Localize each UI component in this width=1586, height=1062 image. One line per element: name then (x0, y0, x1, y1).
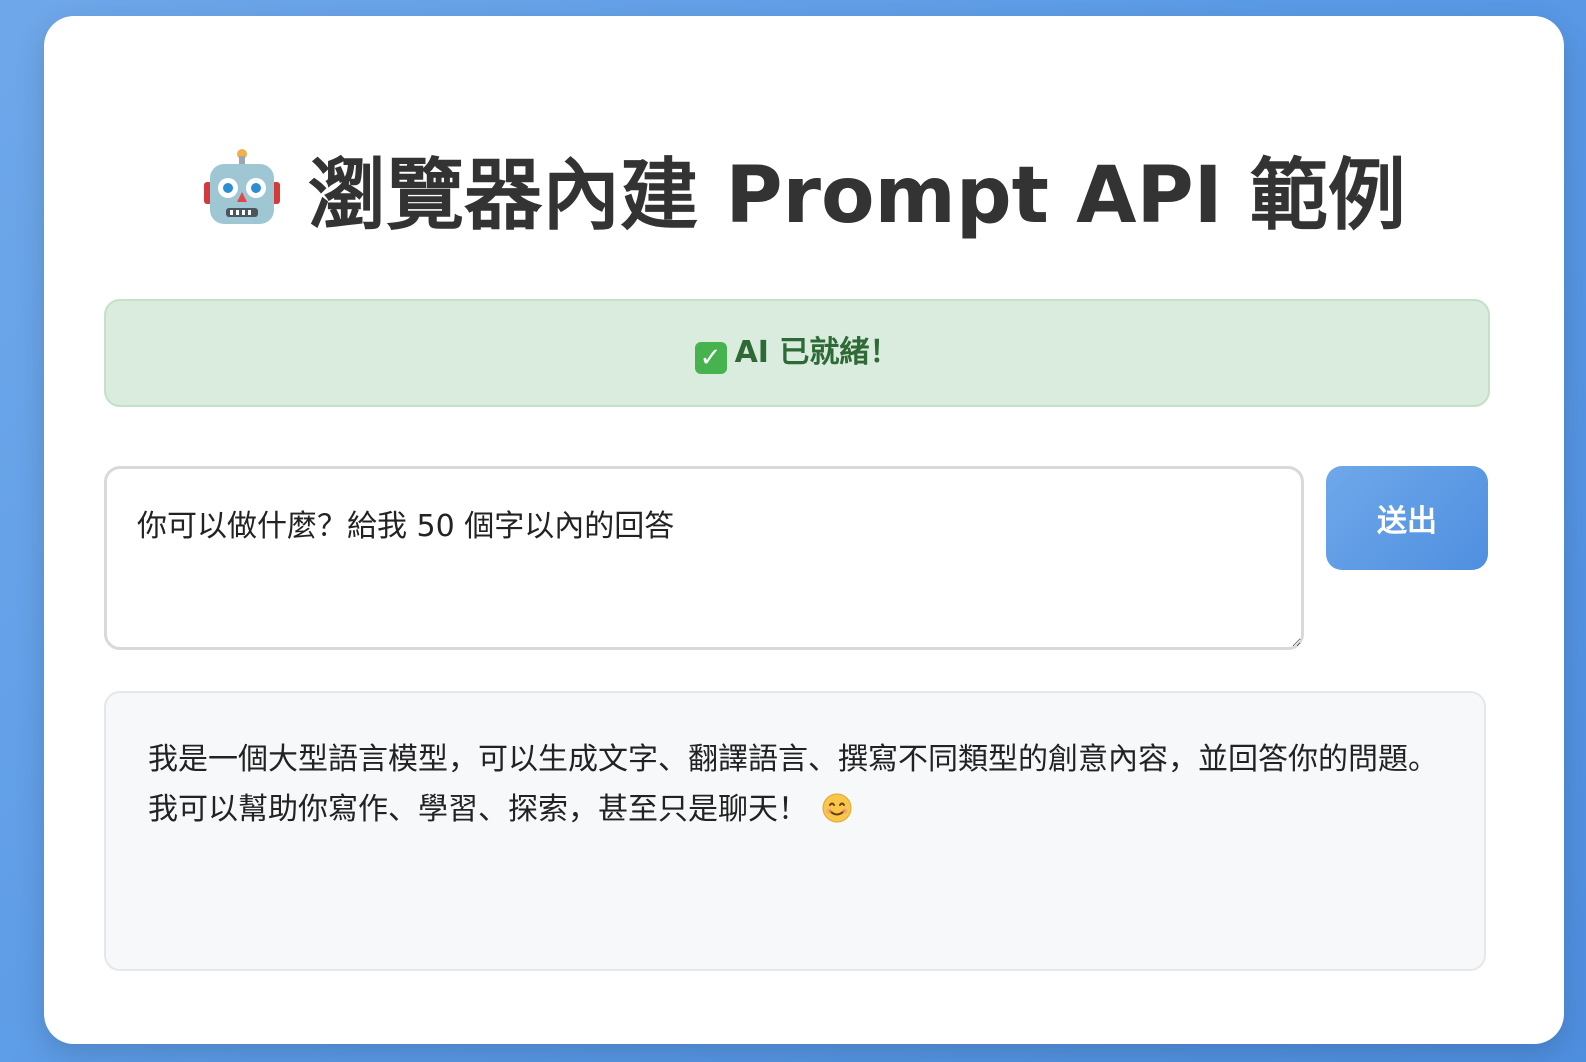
main-card: 瀏覽器內建 Prompt API 範例 ✓ AI 已就緒！ 你可以做什麼？給我 5… (44, 16, 1564, 1044)
prompt-input[interactable]: 你可以做什麼？給我 50 個字以內的回答 (104, 466, 1304, 650)
status-text: AI 已就緒！ (734, 335, 900, 370)
robot-icon (204, 149, 281, 224)
smiling-face-icon (822, 793, 852, 823)
page-title-text: 瀏覽器內建 Prompt API 範例 (308, 151, 1406, 241)
response-output: 我是一個大型語言模型，可以生成文字、翻譯語言、撰寫不同類型的創意內容，並回答你的… (104, 691, 1486, 971)
send-button[interactable]: 送出 (1326, 466, 1488, 570)
response-text: 我是一個大型語言模型，可以生成文字、翻譯語言、撰寫不同類型的創意內容，並回答你的… (148, 742, 1438, 827)
check-icon: ✓ (694, 342, 727, 374)
status-banner: ✓ AI 已就緒！ (104, 299, 1490, 407)
page-title: 瀏覽器內建 Prompt API 範例 (44, 146, 1564, 246)
